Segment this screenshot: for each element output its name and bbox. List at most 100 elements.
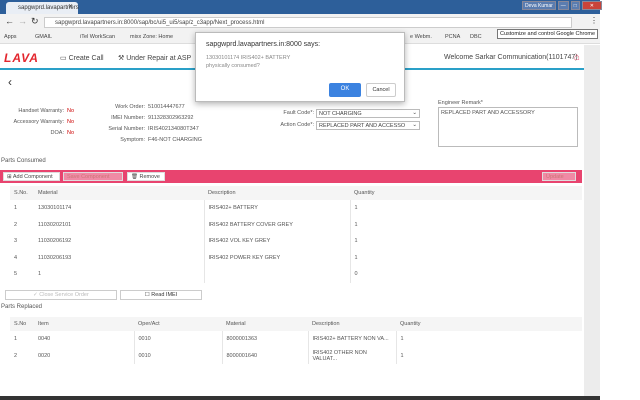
column-header: Oper/Act: [138, 321, 160, 327]
cancel-button[interactable]: Cancel: [366, 83, 396, 97]
table-header: S.No. Material Description Quantity: [10, 186, 582, 200]
table-cell: 2: [14, 352, 18, 359]
table-cell: 1: [14, 205, 18, 212]
maximize-button[interactable]: □: [570, 1, 580, 10]
column-header: Description: [208, 190, 236, 196]
table-row[interactable]: 4 11030206193 IRIS402 POWER KEY GREY 1: [10, 249, 582, 266]
read-imei-button[interactable]: ☐ Read IMEI: [120, 290, 202, 300]
welcome-text: Welcome Sarkar Communication(1101747): [444, 54, 578, 61]
table-cell: 1: [34, 266, 205, 283]
engineer-remark-label: Engineer Remark*: [438, 100, 483, 106]
action-code-select[interactable]: REPLACED PART AND ACCESSO: [316, 121, 420, 130]
taskbar: [0, 396, 600, 400]
parts-consumed-title: Parts Consumed: [1, 158, 46, 164]
table-cell: 2: [14, 221, 18, 228]
reload-icon[interactable]: ↻: [31, 16, 39, 27]
table-row[interactable]: 5 1 0: [10, 266, 582, 283]
close-service-order-button[interactable]: ✓ Close Service Order: [5, 290, 117, 300]
table-cell: 8000001640: [222, 347, 309, 364]
close-window-button[interactable]: ✕: [581, 1, 602, 10]
browser-tab-bar: [0, 0, 600, 14]
imei-value: 911328302963292: [148, 115, 194, 121]
table-cell: 1: [400, 336, 404, 343]
table-cell: IRIS402 OTHER NON VALUAT...: [308, 347, 397, 364]
nav-under-repair[interactable]: ⚒ Under Repair at ASP: [118, 54, 191, 62]
table-row[interactable]: 2 11030202101 IRIS402 BATTERY COVER GREY 1: [10, 216, 582, 233]
window-user[interactable]: Deva Kumar: [522, 1, 556, 10]
close-tab-icon[interactable]: ✕: [68, 3, 73, 10]
dialog-title: sapgwprd.lavapartners.in:8000 says:: [206, 41, 321, 48]
add-component-button[interactable]: ⊞ Add Component: [3, 172, 60, 181]
table-cell: IRIS402 BATTERY COVER GREY: [204, 216, 351, 233]
url-input[interactable]: sapgwprd.lavapartners.in:8000/sap/bc/ui5…: [44, 17, 572, 28]
table-cell: 11030202101: [34, 216, 205, 233]
imei-label: IMEI Number:: [111, 115, 145, 121]
table-cell: 11030206192: [34, 233, 205, 250]
table-row[interactable]: 1 0040 0010 8000001363 IRIS402+ BATTERY NON …: [10, 331, 582, 348]
serial-label: Serial Number:: [108, 126, 145, 132]
table-cell: 8000001363: [222, 331, 309, 348]
column-header: Material: [38, 190, 58, 196]
serial-value: IRIS402134080T347: [148, 126, 199, 132]
action-code-label: Action Code*:: [280, 122, 314, 128]
menu-icon[interactable]: ⋮: [590, 16, 598, 25]
work-order-value: 510014447677: [148, 104, 185, 110]
save-component-button[interactable]: Save Component: [63, 172, 123, 181]
table-cell: 13030101174: [34, 200, 205, 217]
table-row[interactable]: 3 11030206192 IRIS402 VOL KEY GREY 1: [10, 233, 582, 250]
update-button[interactable]: Update: [542, 172, 576, 181]
column-header: Description: [312, 321, 340, 327]
table-cell: 0040: [34, 331, 135, 348]
table-cell: 0010: [134, 331, 223, 348]
confirm-dialog: sapgwprd.lavapartners.in:8000 says: 1303…: [195, 32, 405, 102]
table-row[interactable]: 1 13030101174 IRIS402+ BATTERY 1: [10, 200, 582, 217]
table-cell: 0010: [134, 347, 223, 364]
lava-logo: LAVA: [4, 51, 39, 65]
table-row[interactable]: 2 0020 0010 8000001640 IRIS402 OTHER NON VAL…: [10, 347, 582, 364]
button-label: Update: [546, 174, 564, 180]
bookmark-apps[interactable]: Apps: [4, 34, 17, 40]
accessory-warranty-label: Accessory Warranty:: [13, 119, 64, 125]
table-cell: 0020: [34, 347, 135, 364]
nav-label: Under Repair at ASP: [126, 55, 192, 62]
ok-button[interactable]: OK: [329, 83, 361, 97]
table-cell: 1: [400, 352, 404, 359]
accessory-warranty-value: No: [67, 119, 75, 125]
table-cell: IRIS402+ BATTERY: [204, 200, 351, 217]
table-cell: 3: [14, 238, 18, 245]
home-icon[interactable]: ⌂: [574, 52, 580, 63]
table-cell: 1: [354, 221, 358, 228]
column-header: Quantity: [354, 190, 375, 196]
table-cell: 1: [14, 336, 18, 343]
bookmark-workscan[interactable]: iTel WorkScan: [80, 34, 115, 40]
forward-icon[interactable]: →: [18, 16, 27, 26]
button-label: Close Service Order: [39, 292, 89, 298]
bookmark-webmail[interactable]: e Webm.: [410, 34, 432, 40]
remove-button[interactable]: 🗑 Remove: [127, 172, 165, 181]
nav-create-call[interactable]: ▭ Create Call: [60, 54, 104, 62]
fault-code-label: Fault Code*:: [283, 110, 314, 116]
column-header: Item: [38, 321, 49, 327]
minimize-button[interactable]: —: [557, 1, 569, 10]
bookmark-gmail[interactable]: GMAIL: [35, 34, 52, 40]
symptom-value: F46-NOT CHARGING: [148, 137, 202, 143]
table-cell: 4: [14, 254, 18, 261]
table-cell: 5: [14, 271, 18, 278]
dialog-message: 13030101174 IRIS402+ BATTERY: [206, 55, 291, 61]
bookmark-pcna[interactable]: PCNA: [445, 34, 460, 40]
button-label: Add Component: [12, 174, 53, 180]
button-label: Save Component: [67, 174, 110, 180]
bookmark-dbc[interactable]: DBC: [470, 34, 482, 40]
table-cell: 1: [354, 254, 358, 261]
back-arrow-icon[interactable]: ‹: [8, 75, 12, 89]
table-cell: 1: [354, 205, 358, 212]
back-icon[interactable]: ←: [5, 16, 14, 26]
column-header: S.No: [14, 321, 27, 327]
window-controls: Deva Kumar — □ ✕: [522, 1, 602, 10]
page-scrollbar[interactable]: [584, 45, 600, 397]
fault-code-select[interactable]: NOT CHARGING: [316, 109, 420, 118]
engineer-remark-textarea[interactable]: REPLACED PART AND ACCESSORY: [438, 107, 578, 147]
bookmark-zone[interactable]: mixx Zone: Home: [130, 34, 173, 40]
handset-warranty-label: Handset Warranty:: [18, 108, 64, 114]
tooltip: Customize and control Google Chrome: [497, 29, 599, 39]
